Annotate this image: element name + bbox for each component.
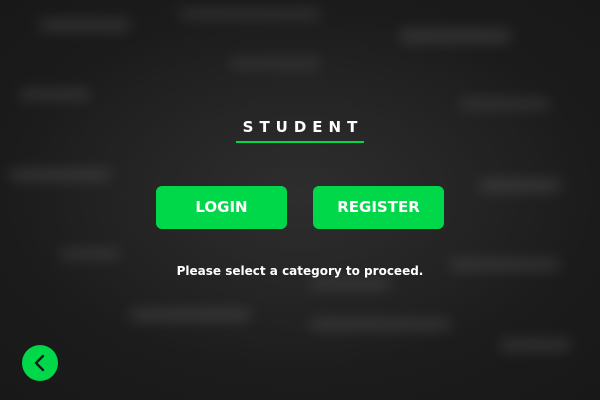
- page-title: STUDENT: [242, 118, 364, 136]
- category-prompt: Please select a category to proceed.: [176, 264, 424, 278]
- register-button[interactable]: REGISTER: [313, 186, 444, 229]
- blurred-chalkboard-background: [0, 0, 600, 400]
- back-button[interactable]: [22, 345, 58, 381]
- student-category-screen: STUDENT LOGIN REGISTER Please select a c…: [0, 0, 600, 400]
- login-button[interactable]: LOGIN: [156, 186, 287, 229]
- chevron-left-icon: [32, 353, 48, 373]
- title-underline: [236, 141, 364, 143]
